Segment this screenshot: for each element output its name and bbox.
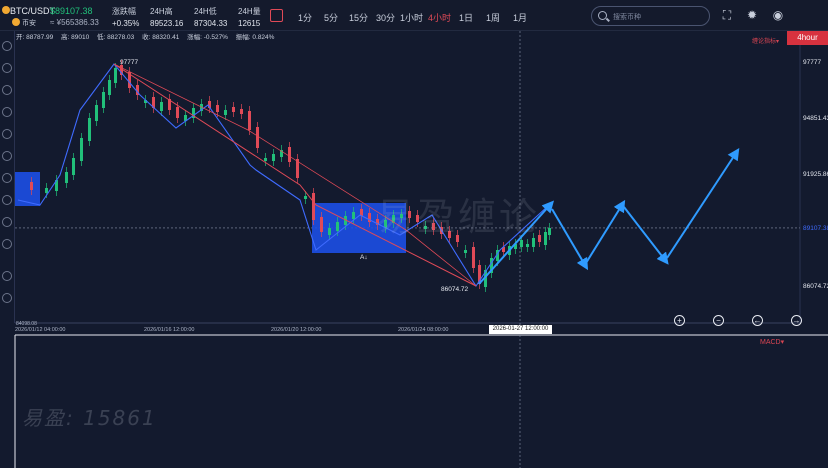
tf-4h[interactable]: 4小时 bbox=[428, 11, 451, 24]
exchange-label: 币安 bbox=[22, 20, 36, 27]
time-axis-label: 2026/01/16 12:00:00 bbox=[144, 327, 194, 333]
exchange-icon bbox=[12, 18, 20, 26]
time-axis-label: 2026/01/12 04:00:00 bbox=[15, 327, 65, 333]
price-axis-label: 89107.38 bbox=[803, 225, 828, 232]
macd-dropdown[interactable]: MACD▾ bbox=[760, 338, 784, 346]
candle bbox=[88, 118, 91, 141]
candle bbox=[304, 196, 307, 199]
scroll-right-button[interactable]: → bbox=[791, 315, 802, 326]
candle bbox=[176, 107, 179, 118]
candle bbox=[240, 109, 243, 114]
candle bbox=[95, 105, 98, 121]
candles bbox=[30, 60, 551, 292]
projection-arrow bbox=[551, 208, 589, 271]
candle bbox=[232, 107, 235, 112]
candle bbox=[65, 172, 68, 183]
low-annotation: 86074.72 bbox=[441, 286, 468, 293]
candle bbox=[30, 182, 33, 190]
crosshair-time-label: 2026-01-27 12:00:00 bbox=[489, 325, 552, 334]
candle bbox=[544, 232, 547, 245]
watermark: 易盈缠论 bbox=[376, 195, 541, 239]
indicator-dropdown[interactable]: 缠论指标▾ bbox=[752, 36, 779, 45]
candle bbox=[464, 250, 467, 253]
candle bbox=[288, 147, 291, 162]
tf-1h[interactable]: 1小时 bbox=[400, 11, 423, 24]
segment-line-2 bbox=[113, 63, 477, 287]
candle bbox=[352, 212, 355, 219]
candle bbox=[264, 158, 267, 161]
candle bbox=[216, 105, 219, 112]
chan-stroke-line bbox=[17, 63, 549, 288]
zoom-in-button[interactable]: + bbox=[674, 315, 685, 326]
tf-1d[interactable]: 1日 bbox=[459, 11, 473, 24]
layout-toggle-button[interactable] bbox=[270, 9, 283, 22]
pair-name[interactable]: BTC/USDT bbox=[10, 6, 55, 16]
candle bbox=[548, 228, 551, 235]
tf-30m[interactable]: 30分 bbox=[376, 11, 395, 24]
candle bbox=[248, 111, 251, 130]
tf-5m[interactable]: 5分 bbox=[324, 11, 338, 24]
search-placeholder: 搜索币种 bbox=[613, 14, 641, 21]
chan-strokes bbox=[17, 63, 549, 288]
candle bbox=[80, 138, 83, 161]
price-axis-label: 86074.72 bbox=[803, 283, 828, 290]
tf-15m[interactable]: 15分 bbox=[349, 11, 368, 24]
stat-24h-low: 24H低 87304.33 bbox=[194, 7, 228, 28]
candle bbox=[320, 217, 323, 232]
search-icon bbox=[598, 11, 607, 20]
price-axis-label: 91925.86 bbox=[803, 171, 828, 178]
stat-change: 涨跌幅 +0.35% bbox=[112, 7, 140, 28]
bitcoin-icon bbox=[2, 6, 10, 14]
candle bbox=[256, 127, 259, 148]
low-axis-label: 84098.08 bbox=[16, 321, 37, 327]
candle bbox=[224, 110, 227, 115]
candle bbox=[520, 240, 523, 247]
pair-cny-price: ≈ ¥565386.33 bbox=[50, 18, 99, 27]
time-axis-label: 2026/01/24 08:00:00 bbox=[398, 327, 448, 333]
pivot-zones bbox=[15, 172, 406, 253]
projection-arrow bbox=[585, 199, 626, 264]
segment-line-1 bbox=[113, 63, 477, 287]
scroll-left-button[interactable]: ← bbox=[752, 315, 763, 326]
pair-price: $89107.38 bbox=[50, 6, 93, 16]
interval-badge[interactable]: 4hour bbox=[787, 31, 828, 45]
candle bbox=[108, 80, 111, 95]
candle bbox=[336, 222, 339, 231]
candle bbox=[472, 247, 475, 268]
tf-1w[interactable]: 1周 bbox=[486, 11, 500, 24]
candle bbox=[102, 92, 105, 108]
watermark-id: 易盈: 15861 bbox=[22, 406, 157, 430]
tf-1mo[interactable]: 1月 bbox=[513, 11, 527, 24]
tf-1m[interactable]: 1分 bbox=[298, 11, 312, 24]
brightness-icon[interactable]: ✹ bbox=[745, 8, 759, 22]
price-axis-label: 94851.43 bbox=[803, 115, 828, 122]
fullscreen-icon[interactable]: ⛶ bbox=[720, 8, 734, 22]
candle bbox=[45, 188, 48, 193]
projection-arrow bbox=[666, 147, 740, 259]
candle bbox=[72, 158, 75, 175]
price-axis-label: 97777 bbox=[803, 59, 821, 66]
eye-icon[interactable]: ◉ bbox=[771, 8, 785, 22]
candle bbox=[160, 102, 163, 111]
candle bbox=[272, 154, 275, 161]
stat-24h-volume: 24H量 12615 bbox=[238, 7, 261, 28]
top-bar: BTC/USDT $89107.38 币安 ≈ ¥565386.33 涨跌幅 +0… bbox=[0, 0, 828, 31]
candle bbox=[114, 68, 117, 83]
candle bbox=[328, 228, 331, 235]
coin-search[interactable]: 搜索币种 bbox=[591, 6, 710, 26]
stat-24h-high: 24H高 89523.16 bbox=[150, 7, 184, 28]
zoom-out-button[interactable]: − bbox=[713, 315, 724, 326]
projection-arrow bbox=[623, 206, 669, 265]
high-annotation: 97777 bbox=[120, 59, 138, 66]
candle bbox=[526, 244, 529, 247]
candle bbox=[312, 193, 315, 220]
pivot-annotation: A↓ bbox=[360, 254, 368, 261]
pivot-zone-left bbox=[15, 172, 40, 206]
time-axis-label: 2026/01/20 12:00:00 bbox=[271, 327, 321, 333]
